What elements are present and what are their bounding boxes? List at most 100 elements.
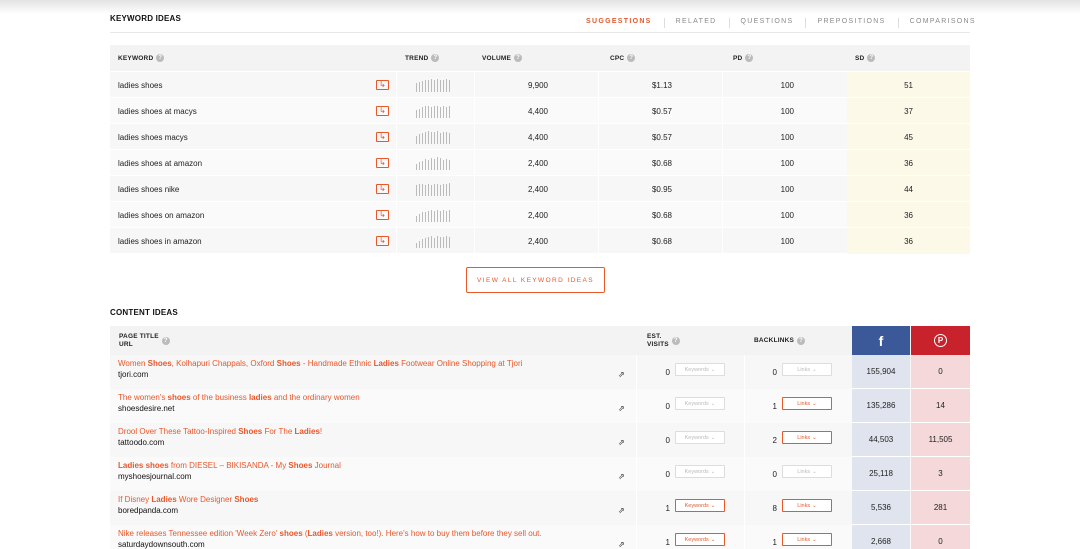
- links-dropdown[interactable]: Links ⌄: [782, 431, 832, 444]
- tab-questions[interactable]: QUESTIONS: [728, 17, 806, 28]
- search-arrow-icon[interactable]: ↳: [376, 184, 389, 194]
- external-link-icon[interactable]: ⇗: [618, 370, 628, 380]
- links-dropdown[interactable]: Links ⌄: [782, 499, 832, 512]
- pd-cell: 100: [780, 80, 794, 90]
- facebook-shares-cell: 44,503: [852, 423, 910, 457]
- content-title-link[interactable]: Nike releases Tennessee edition 'Week Ze…: [118, 529, 542, 538]
- column-divider: [744, 355, 745, 389]
- keywords-dropdown[interactable]: Keywords ⌄: [675, 431, 725, 444]
- column-divider: [474, 176, 475, 202]
- help-icon[interactable]: ?: [867, 54, 876, 62]
- keyword-cell[interactable]: ladies shoes at amazon: [118, 150, 202, 176]
- keywords-dropdown[interactable]: Keywords ⌄: [675, 533, 725, 546]
- content-title-link[interactable]: Ladies shoes from DIESEL – BIKISANDA - M…: [118, 461, 341, 470]
- facebook-shares-cell: 5,536: [852, 491, 910, 525]
- external-link-icon[interactable]: ⇗: [618, 438, 628, 448]
- pinterest-shares-cell: 11,505: [911, 423, 970, 457]
- trend-sparkline: [416, 183, 450, 196]
- est-visits-cell: 0: [665, 401, 670, 411]
- keyword-cell[interactable]: ladies shoes on amazon: [118, 202, 204, 228]
- column-divider: [598, 202, 599, 228]
- external-link-icon[interactable]: ⇗: [618, 472, 628, 482]
- table-row: ladies shoes on amazon ↳ 2,400 $0.68 100 36: [110, 201, 970, 228]
- keyword-cell[interactable]: ladies shoes macys: [118, 124, 188, 150]
- keywords-dropdown[interactable]: Keywords ⌄: [675, 397, 725, 410]
- content-url: shoesdesire.net: [118, 404, 175, 413]
- cpc-cell: $1.13: [651, 80, 672, 90]
- content-title-link[interactable]: The women's shoes of the business ladies…: [118, 393, 360, 402]
- facebook-shares-cell: 2,668: [852, 525, 910, 549]
- search-arrow-icon[interactable]: ↳: [376, 236, 389, 246]
- content-url: myshoesjournal.com: [118, 472, 192, 481]
- links-dropdown[interactable]: Links ⌄: [782, 397, 832, 410]
- column-divider: [722, 176, 723, 202]
- pd-cell: 100: [780, 132, 794, 142]
- help-icon[interactable]: ?: [514, 54, 523, 62]
- cpc-cell: $0.68: [651, 158, 672, 168]
- volume-cell: 2,400: [527, 184, 548, 194]
- help-icon[interactable]: ?: [745, 54, 754, 62]
- help-icon[interactable]: ?: [797, 336, 806, 345]
- table-row: Women Shoes, Kolhapuri Chappals, Oxford …: [110, 355, 970, 389]
- content-url: saturdaydownsouth.com: [118, 540, 205, 549]
- tab-comparisons[interactable]: COMPARISONS: [897, 17, 988, 28]
- help-icon[interactable]: ?: [431, 54, 440, 62]
- header-est-visits: EST. VISITS?: [647, 326, 680, 355]
- links-dropdown[interactable]: Links ⌄: [782, 533, 832, 546]
- external-link-icon[interactable]: ⇗: [618, 506, 628, 516]
- help-icon[interactable]: ?: [627, 54, 636, 62]
- est-visits-cell: 0: [665, 435, 670, 445]
- column-divider: [598, 150, 599, 176]
- column-divider: [636, 491, 637, 525]
- content-title-link[interactable]: Women Shoes, Kolhapuri Chappals, Oxford …: [118, 359, 522, 368]
- external-link-icon[interactable]: ⇗: [618, 540, 628, 549]
- help-icon[interactable]: ?: [161, 336, 170, 345]
- links-dropdown[interactable]: Links ⌄: [782, 465, 832, 478]
- keywords-dropdown[interactable]: Keywords ⌄: [675, 499, 725, 512]
- chevron-down-icon: ⌄: [710, 366, 716, 373]
- tab-related[interactable]: RELATED: [663, 17, 729, 28]
- search-arrow-icon[interactable]: ↳: [376, 80, 389, 90]
- chevron-down-icon: ⌄: [710, 468, 716, 475]
- header-page-title: PAGE TITLE URL?: [119, 326, 170, 355]
- backlinks-cell: 1: [772, 537, 777, 547]
- sd-cell: 44: [904, 184, 913, 194]
- content-title-link[interactable]: If Disney Ladies Wore Designer Shoes: [118, 495, 258, 504]
- facebook-shares-cell: 155,904: [852, 355, 910, 389]
- sd-cell: 36: [904, 210, 913, 220]
- keyword-cell[interactable]: ladies shoes in amazon: [118, 228, 202, 254]
- tab-suggestions[interactable]: SUGGESTIONS: [574, 18, 664, 25]
- volume-cell: 2,400: [527, 158, 548, 168]
- sd-cell: 37: [904, 106, 913, 116]
- search-arrow-icon[interactable]: ↳: [376, 132, 389, 142]
- column-divider: [744, 491, 745, 525]
- column-divider: [396, 176, 397, 202]
- search-arrow-icon[interactable]: ↳: [376, 106, 389, 116]
- search-arrow-icon[interactable]: ↳: [376, 158, 389, 168]
- cpc-cell: $0.68: [651, 236, 672, 246]
- volume-cell: 2,400: [527, 236, 548, 246]
- keyword-cell[interactable]: ladies shoes nike: [118, 176, 179, 202]
- keywords-dropdown[interactable]: Keywords ⌄: [675, 465, 725, 478]
- column-divider: [396, 98, 397, 124]
- pd-cell: 100: [780, 184, 794, 194]
- column-divider: [396, 150, 397, 176]
- external-link-icon[interactable]: ⇗: [618, 404, 628, 414]
- column-divider: [598, 228, 599, 254]
- est-visits-cell: 0: [665, 367, 670, 377]
- links-dropdown[interactable]: Links ⌄: [782, 363, 832, 376]
- search-arrow-icon[interactable]: ↳: [376, 210, 389, 220]
- keyword-ideas-title: KEYWORD IDEAS: [110, 14, 182, 23]
- content-title-link[interactable]: Drool Over These Tattoo-Inspired Shoes F…: [118, 427, 322, 436]
- help-icon[interactable]: ?: [671, 336, 680, 345]
- view-all-keyword-ideas-button[interactable]: VIEW ALL KEYWORD IDEAS: [466, 267, 605, 293]
- pinterest-shares-cell: 0: [911, 525, 970, 549]
- help-icon[interactable]: ?: [156, 54, 165, 62]
- tab-prepositions[interactable]: PREPOSITIONS: [805, 17, 897, 28]
- keywords-dropdown[interactable]: Keywords ⌄: [675, 363, 725, 376]
- table-row: If Disney Ladies Wore Designer Shoes bore…: [110, 491, 970, 525]
- keyword-cell[interactable]: ladies shoes: [118, 72, 162, 98]
- keyword-cell[interactable]: ladies shoes at macys: [118, 98, 197, 124]
- header-cpc: CPC?: [610, 45, 636, 71]
- column-divider: [598, 98, 599, 124]
